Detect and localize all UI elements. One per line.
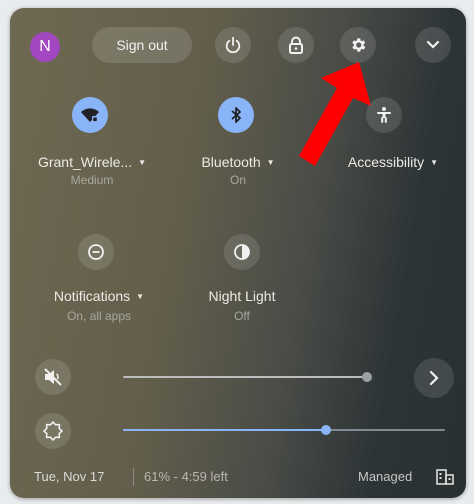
volume-muted-icon [44,368,62,386]
bluetooth-label: Bluetooth [201,154,261,170]
collapse-button[interactable] [415,27,451,63]
accessibility-toggle[interactable] [366,97,402,133]
footer-divider [133,468,134,486]
bluetooth-toggle[interactable] [218,97,254,133]
night-light-toggle[interactable] [224,234,260,270]
managed-label[interactable]: Managed [358,469,412,484]
night-light-status: Off [234,309,250,323]
sign-out-button[interactable]: Sign out [92,27,192,63]
settings-gear-icon [352,38,366,52]
notifications-icon [88,244,104,260]
accessibility-label: Accessibility [347,154,425,170]
bluetooth-dropdown-icon[interactable]: ▼ [267,158,275,167]
bluetooth-status: On [229,173,246,187]
brightness-slider[interactable] [123,429,326,431]
notifications-dropdown-icon[interactable]: ▼ [136,292,144,301]
lock-button[interactable] [278,27,314,63]
brightness-icon [43,421,63,441]
night-light-icon [234,244,250,260]
notifications-label: Notifications [53,288,131,304]
battery-status[interactable]: 61% - 4:59 left [144,469,228,484]
wifi-status: Medium [70,173,114,187]
night-light-label: Night Light [208,288,276,304]
date-label[interactable]: Tue, Nov 17 [34,469,104,484]
lock-icon [289,36,303,54]
chevron-down-icon [426,40,440,49]
notifications-status: On, all apps [66,309,132,323]
accessibility-tile[interactable]: Accessibility ▼ [328,154,458,170]
wifi-network-name: Grant_Wirele... [37,154,133,170]
volume-slider-thumb[interactable] [362,372,372,382]
bluetooth-tile[interactable]: Bluetooth ▼ On [178,154,298,187]
quick-settings-panel: N Sign out Grant_Wirele... ▼ Medium Blue… [10,8,466,498]
wifi-tile[interactable]: Grant_Wirele... ▼ Medium [32,154,152,187]
accessibility-dropdown-icon[interactable]: ▼ [430,158,438,167]
volume-slider[interactable] [123,376,367,378]
wifi-icon [81,108,99,122]
wifi-dropdown-icon[interactable]: ▼ [138,158,146,167]
avatar-letter: N [39,38,51,55]
brightness-button [35,413,71,449]
user-avatar[interactable]: N [30,32,60,62]
power-button[interactable] [215,27,251,63]
settings-button[interactable] [340,27,376,63]
enterprise-building-icon [436,469,454,485]
notifications-toggle[interactable] [78,234,114,270]
wifi-toggle[interactable] [72,97,108,133]
brightness-slider-thumb[interactable] [320,425,331,435]
bluetooth-icon [231,107,241,123]
mute-button[interactable] [35,359,71,395]
notifications-tile[interactable]: Notifications ▼ On, all apps [41,288,157,323]
accessibility-icon [377,107,391,123]
night-light-tile[interactable]: Night Light Off [182,288,302,323]
audio-settings-button[interactable] [414,358,454,398]
chevron-right-icon [429,370,439,386]
power-icon [225,36,241,54]
